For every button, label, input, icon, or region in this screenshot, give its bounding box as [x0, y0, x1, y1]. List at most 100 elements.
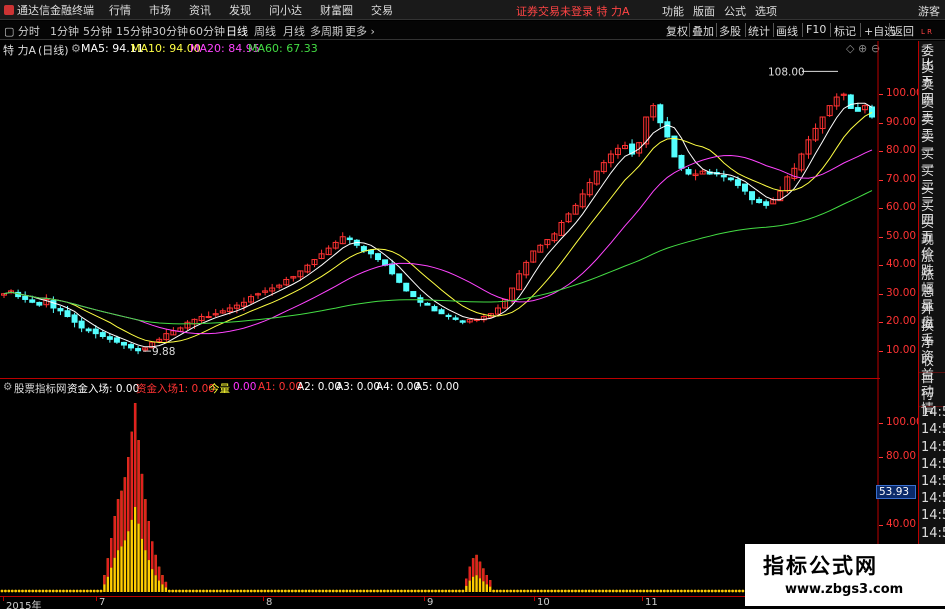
indicator-bar-red: [127, 457, 130, 532]
watermark-url: www.zbgs3.com: [785, 582, 904, 597]
indicator-dot: [519, 589, 523, 593]
sidebar-item[interactable]: 14:5: [921, 440, 945, 455]
indicator-dot: [174, 589, 178, 593]
indicator-dot: [734, 589, 738, 593]
x-axis-label: 8: [266, 597, 273, 608]
indicator-dot: [621, 589, 625, 593]
indicator-dot: [198, 589, 202, 593]
indicator-dot: [720, 589, 724, 593]
price-axis-tick: [879, 350, 883, 352]
indicator-dot: [447, 589, 451, 593]
indicator-dot: [553, 589, 557, 593]
indicator-dot: [17, 589, 21, 593]
indicator-dot: [618, 589, 622, 593]
indicator-bar-red: [123, 477, 127, 541]
candle-body: [113, 337, 120, 343]
indicator-name[interactable]: 股票指标网: [14, 381, 67, 396]
x-axis-label: 9: [427, 597, 434, 608]
price-axis-label: 10.00: [886, 343, 917, 356]
indicator-dot: [318, 589, 321, 593]
indicator-dot: [686, 589, 690, 593]
price-axis-tick: [879, 122, 883, 124]
sidebar-item[interactable]: 14:5: [921, 475, 945, 489]
indicator-dot: [642, 589, 646, 593]
candle-body: [64, 310, 71, 318]
candle-body: [375, 253, 382, 261]
indicator-dot: [645, 589, 649, 593]
indicator-dot: [62, 589, 65, 593]
indicator-dot: [434, 589, 437, 593]
indicator-dot: [417, 589, 420, 593]
lr-tag[interactable]: L R: [921, 28, 932, 36]
indicator-bar-red: [130, 431, 133, 520]
indicator-bar-red: [140, 473, 144, 539]
price-axis-label: 30.00: [886, 286, 917, 299]
indicator-dot: [287, 589, 291, 593]
candle-body: [29, 299, 36, 303]
indicator-axis-label: 40.00: [886, 517, 917, 530]
candle-body: [424, 302, 431, 306]
candle-body: [763, 201, 770, 206]
gear-icon[interactable]: ⚙: [3, 381, 12, 393]
candle-body: [389, 263, 396, 275]
indicator-dot: [342, 589, 345, 593]
indicator-dot: [714, 589, 717, 593]
sidebar-item[interactable]: 14:5: [921, 526, 945, 541]
x-axis-label: 10: [537, 597, 550, 608]
indicator-dot: [550, 589, 554, 593]
indicator-dot: [31, 589, 35, 593]
indicator-dot: [461, 589, 465, 593]
sidebar-item[interactable]: 14:5: [921, 457, 945, 472]
indicator-dot: [48, 589, 52, 593]
candle-body: [657, 104, 664, 124]
indicator-dot: [219, 589, 222, 593]
indicator-dot: [290, 589, 294, 593]
indicator-bar-red: [164, 581, 168, 588]
indicator-dot: [679, 589, 683, 593]
candle-body: [749, 191, 756, 201]
candle-body: [685, 169, 692, 175]
candle-body: [403, 282, 410, 292]
ind-field-5: A2: 0.00: [297, 381, 342, 393]
sidebar-item[interactable]: 14:5: [921, 492, 945, 506]
candle-body: [756, 198, 763, 204]
indicator-dot: [570, 589, 574, 593]
price-axis-label: 90.00: [886, 115, 917, 128]
indicator-dot: [676, 589, 680, 593]
x-axis-tick: [96, 597, 97, 601]
indicator-dot: [516, 589, 519, 593]
indicator-dot: [311, 589, 315, 593]
indicator-bar-red: [120, 490, 123, 547]
indicator-dot: [529, 589, 533, 593]
indicator-axis-tick: [879, 457, 883, 459]
chart-canvas: 108.00 9.88: [0, 41, 879, 596]
indicator-axis-label: 80.00: [886, 450, 917, 463]
indicator-dot: [24, 589, 28, 593]
indicator-dot: [7, 589, 11, 593]
indicator-value-box: 53.93: [876, 485, 916, 499]
indicator-dot: [314, 589, 318, 593]
indicator-dot: [690, 589, 694, 593]
indicator-dot: [410, 589, 414, 593]
indicator-dot: [27, 589, 31, 593]
sidebar-item[interactable]: 14:5: [921, 423, 945, 437]
indicator-dot: [611, 589, 615, 593]
sidebar-item[interactable]: 14:5: [921, 509, 945, 523]
indicator-dot: [389, 589, 393, 593]
sidebar-item[interactable]: 14:5: [921, 406, 945, 420]
indicator-bar-red: [154, 554, 157, 576]
candle-body: [438, 309, 445, 315]
indicator-dot: [413, 589, 417, 593]
indicator-dot: [659, 589, 663, 593]
price-axis-label: 20.00: [886, 315, 917, 328]
indicator-bar-red: [116, 499, 120, 551]
indicator-dot: [635, 589, 639, 593]
watermark-title: 指标公式网: [763, 554, 878, 578]
indicator-dot: [369, 589, 373, 593]
indicator-bar-red: [157, 566, 161, 581]
indicator-dot: [502, 589, 506, 593]
price-axis-label: 80.00: [886, 144, 917, 157]
ind-field-3: 0.00: [233, 381, 257, 393]
indicator-dot: [396, 589, 400, 593]
indicator-dot: [707, 589, 711, 593]
